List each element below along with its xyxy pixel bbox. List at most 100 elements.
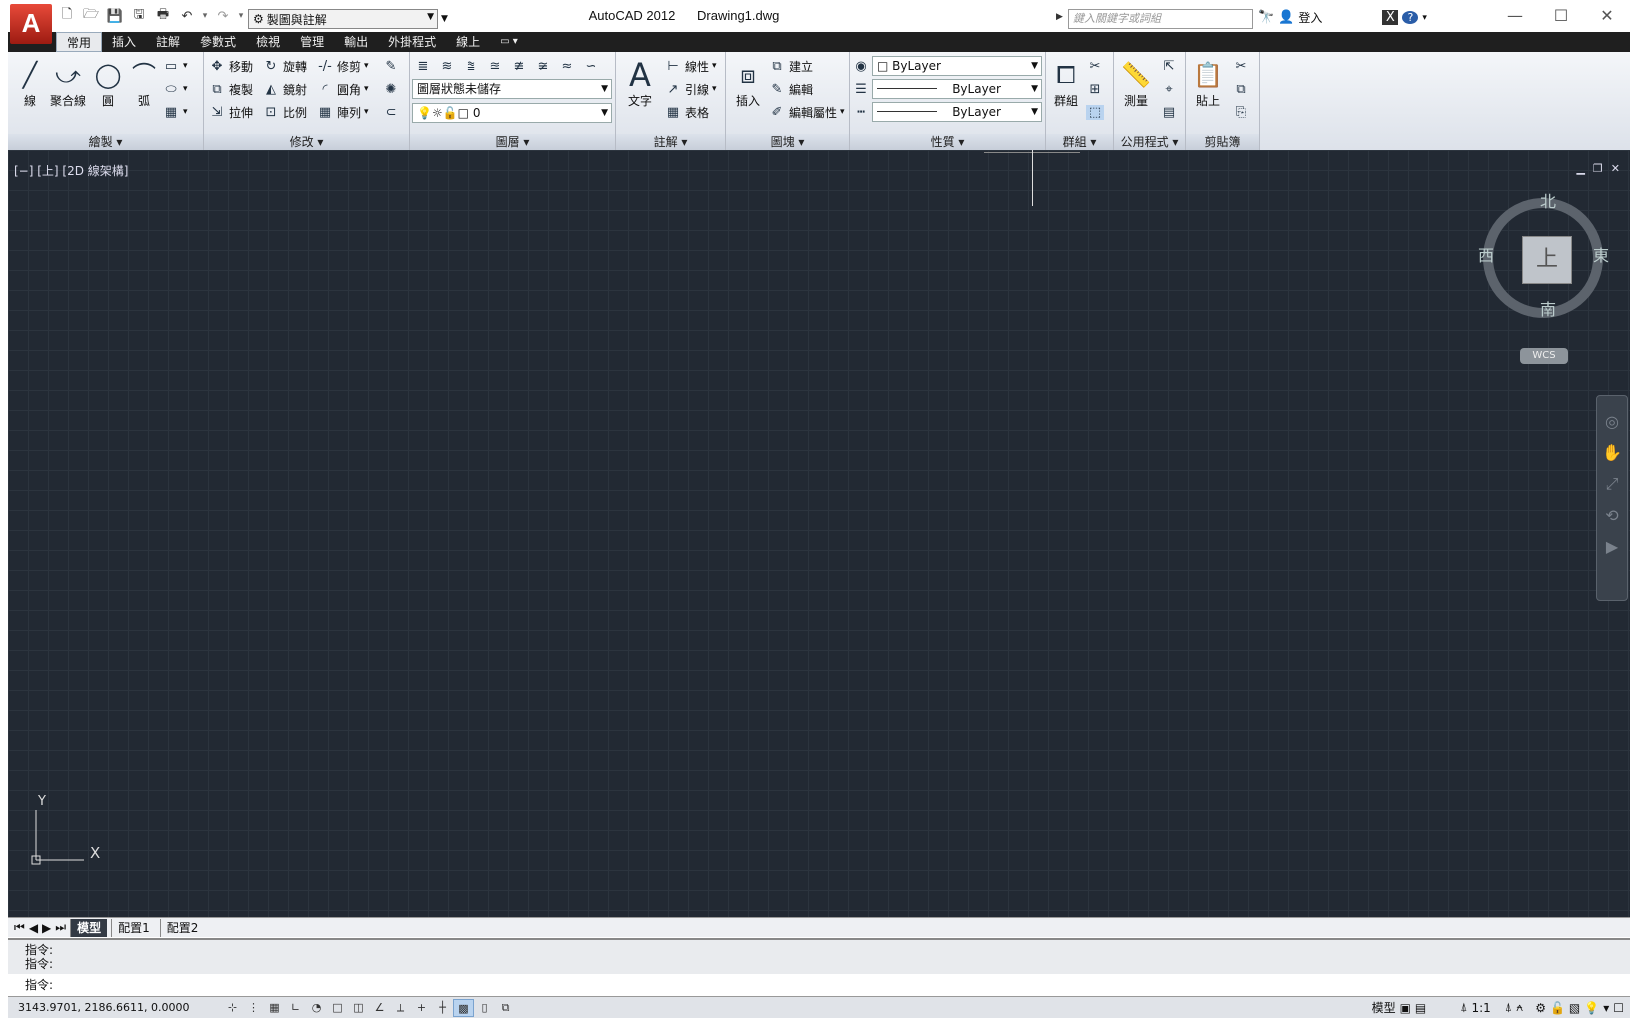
ortho-icon[interactable]: ∟ — [285, 999, 306, 1017]
layer-previous-icon[interactable]: ≊ — [486, 59, 504, 74]
binoculars-icon[interactable]: 🔭 — [1258, 10, 1274, 25]
annotation-scale-value[interactable]: 1:1 — [1471, 1001, 1490, 1015]
ducs-icon[interactable]: ⟂ — [390, 999, 411, 1017]
compass-north[interactable]: 北 — [1540, 188, 1556, 212]
annotation-visibility-icon[interactable]: ⍋ — [1505, 1000, 1512, 1015]
3d-osnap-icon[interactable]: ◫ — [348, 999, 369, 1017]
polyline-button[interactable]: ⤻ 聚合線 — [46, 58, 90, 109]
maximize-icon[interactable]: ☐ — [1538, 0, 1584, 30]
last-layout-icon[interactable]: ⏭ — [55, 920, 66, 935]
cut-icon[interactable]: ✂ — [1232, 59, 1250, 74]
layer-unisolate-icon[interactable]: ≆ — [534, 59, 552, 74]
id-point-icon[interactable]: ⌖ — [1160, 82, 1178, 97]
layer-off-icon[interactable]: ∽ — [582, 59, 600, 74]
polar-icon[interactable]: ◔ — [306, 999, 327, 1017]
quick-properties-icon[interactable]: ▯ — [474, 999, 495, 1017]
rectangle-button[interactable]: ▭ ▾ — [162, 56, 188, 76]
search-expand-icon[interactable]: ▶ — [1056, 12, 1063, 22]
copy-clip-icon[interactable]: ⧉ — [1232, 82, 1250, 97]
tab-annotate[interactable]: 註解 — [146, 32, 190, 52]
grid-icon[interactable]: ▦ — [264, 999, 285, 1017]
layer-freeze-icon[interactable]: ≈ — [558, 59, 576, 74]
quick-view-drawings-icon[interactable]: ▤ — [1415, 1001, 1426, 1015]
compass-south[interactable]: 南 — [1540, 296, 1556, 320]
annotation-scale-icon[interactable]: ⍋ — [1460, 1000, 1467, 1015]
drawing-viewport[interactable]: [−] [上] [2D 線架構] ▁ ❐ ✕ 上 北 南 東 西 WCS ◎ ✋… — [8, 150, 1630, 917]
model-space-button[interactable]: 模型 — [1372, 999, 1396, 1016]
rotate-button[interactable]: ↻ 旋轉 — [262, 56, 307, 76]
auto-scale-icon[interactable]: ⍲ — [1516, 1000, 1523, 1015]
block-panel-title[interactable]: 圖塊 ▾ — [726, 134, 849, 150]
exchange-icon[interactable]: X — [1382, 10, 1399, 25]
minimize-icon[interactable]: ▁ — [1576, 162, 1584, 175]
group-select-icon[interactable]: ⬚ — [1086, 104, 1104, 120]
line-button[interactable]: ╱ 線 — [10, 58, 50, 109]
command-input[interactable]: 指令: — [25, 976, 53, 993]
clean-screen-icon[interactable]: ☐ — [1613, 1001, 1624, 1015]
coordinates-readout[interactable]: 3143.9701, 2186.6611, 0.0000 — [8, 1001, 222, 1014]
layer-dropdown[interactable]: 💡☼🔓□ 0 ▼ — [412, 103, 612, 123]
tab-home[interactable]: 常用 — [56, 32, 103, 52]
zoom-icon[interactable]: ⤢ — [1606, 474, 1619, 494]
status-menu-icon[interactable]: ▾ — [1603, 1001, 1609, 1015]
minimize-icon[interactable]: — — [1492, 0, 1538, 30]
tab-layout1[interactable]: 配置1 — [111, 918, 156, 937]
edit-block-button[interactable]: ✎ 編輯 — [768, 79, 813, 99]
infer-constraints-icon[interactable]: ⊹ — [222, 999, 243, 1017]
array-button[interactable]: ▦ 陣列 ▾ — [316, 102, 369, 122]
tab-output[interactable]: 輸出 — [334, 32, 378, 52]
linetype-dropdown[interactable]: ByLayer ▼ — [872, 102, 1042, 122]
tab-online[interactable]: 線上 — [446, 32, 490, 52]
tab-view[interactable]: 檢視 — [246, 32, 290, 52]
first-layout-icon[interactable]: ⏮ — [14, 920, 25, 935]
edit-attributes-button[interactable]: ✐ 編輯屬性 ▾ — [768, 102, 845, 122]
circle-button[interactable]: ◯ 圓 — [88, 58, 128, 109]
annotation-panel-title[interactable]: 註解 ▾ — [616, 134, 725, 150]
tab-plugins[interactable]: 外掛程式 — [378, 32, 446, 52]
move-button[interactable]: ✥ 移動 — [208, 56, 253, 76]
properties-panel-title[interactable]: 性質 ▾ — [850, 134, 1045, 150]
utilities-panel-title[interactable]: 公用程式 ▾ — [1114, 134, 1185, 150]
viewcube-face[interactable]: 上 — [1522, 236, 1572, 284]
osnap-icon[interactable]: □ — [327, 999, 348, 1017]
close-icon[interactable]: ✕ — [1584, 0, 1630, 30]
next-layout-icon[interactable]: ▶ — [42, 921, 51, 935]
paste-button[interactable]: 📋 貼上 — [1188, 58, 1228, 109]
trim-button[interactable]: -/- 修剪 ▾ — [316, 56, 368, 76]
showmotion-icon[interactable]: ▶ — [1606, 537, 1618, 556]
user-icon[interactable]: 👤 — [1278, 10, 1294, 25]
application-menu-button[interactable]: A — [10, 4, 52, 44]
isolate-objects-icon[interactable]: 💡 — [1584, 1001, 1599, 1015]
selection-cycling-icon[interactable]: ⧉ — [495, 999, 516, 1017]
region-button[interactable]: ▦ ▾ — [162, 102, 188, 122]
orbit-icon[interactable]: ⟲ — [1605, 506, 1618, 525]
quick-select-icon[interactable]: ⇱ — [1160, 59, 1178, 74]
explode-button[interactable]: ✺ — [382, 79, 400, 99]
restore-icon[interactable]: ❐ — [1593, 162, 1603, 175]
login-button[interactable]: 登入 — [1298, 9, 1378, 26]
dyn-icon[interactable]: + — [411, 999, 432, 1017]
layer-state-dropdown[interactable]: 圖層狀態未儲存 ▼ — [412, 79, 612, 99]
layer-state-icon[interactable]: ≋ — [438, 59, 456, 74]
steering-wheel-icon[interactable]: ◎ — [1605, 412, 1619, 431]
layer-properties-icon[interactable]: ≣ — [414, 59, 432, 74]
prev-layout-icon[interactable]: ◀ — [29, 921, 38, 935]
copy-button[interactable]: ⧉ 複製 — [208, 79, 253, 99]
lineweight-toggle-icon[interactable]: ┼ — [432, 999, 453, 1017]
scale-button[interactable]: ⊡ 比例 — [262, 102, 307, 122]
leader-button[interactable]: ↗ 引線 ▾ — [664, 79, 717, 99]
groups-panel-title[interactable]: 群組 ▾ — [1046, 134, 1113, 150]
ribbon-minimize-icon[interactable]: ▭ ▾ — [490, 32, 528, 52]
help-icon[interactable]: ? — [1402, 11, 1419, 24]
layer-isolate-icon[interactable]: ≇ — [510, 59, 528, 74]
color-wheel-icon[interactable]: ◉ — [852, 59, 870, 74]
layers-panel-title[interactable]: 圖層 ▾ — [410, 134, 615, 150]
viewport-label[interactable]: [−] [上] [2D 線架構] — [14, 162, 128, 179]
otrack-icon[interactable]: ∠ — [369, 999, 390, 1017]
erase-button[interactable]: ✎ — [382, 56, 400, 76]
table-button[interactable]: ▦ 表格 — [664, 102, 709, 122]
arc-button[interactable]: ⌒ 弧 — [124, 58, 164, 109]
tab-parametric[interactable]: 參數式 — [190, 32, 246, 52]
transparency-icon[interactable]: ▩ — [453, 998, 474, 1017]
lock-icon[interactable]: 🔓 — [1550, 1001, 1565, 1015]
